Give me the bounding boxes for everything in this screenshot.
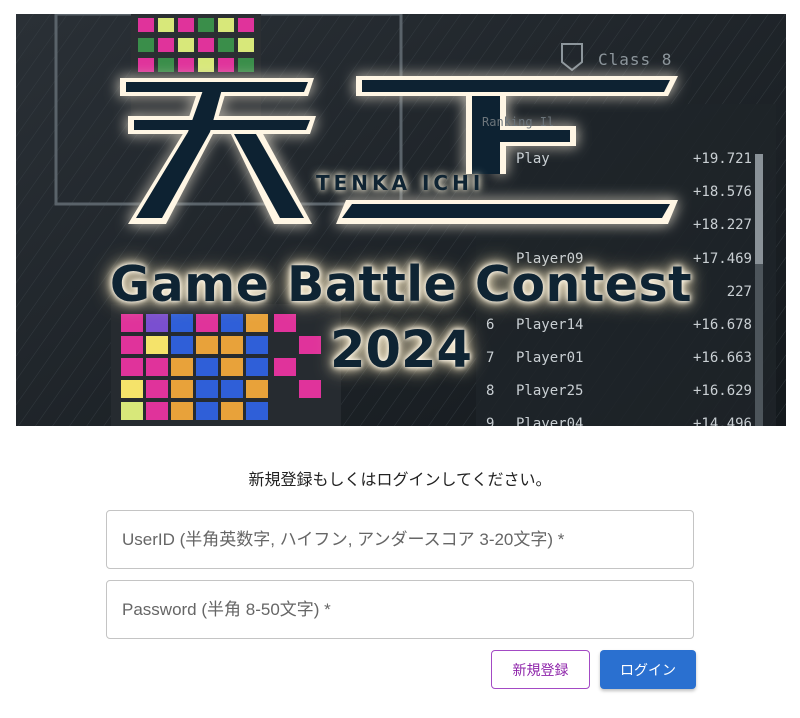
register-button[interactable]: 新規登録 xyxy=(491,650,590,689)
password-input[interactable] xyxy=(107,581,693,638)
login-prompt: 新規登録もしくはログインしてください。 xyxy=(248,470,552,489)
hero-banner: Class 8 Ranking Il Play +19.721 +18.576 +… xyxy=(16,14,786,426)
block-cube-bottom xyxy=(111,304,341,426)
hero-background xyxy=(16,14,786,426)
login-button[interactable]: ログイン xyxy=(600,650,696,689)
password-field[interactable] xyxy=(106,580,694,639)
userid-field[interactable] xyxy=(106,510,694,569)
userid-input[interactable] xyxy=(107,511,693,568)
